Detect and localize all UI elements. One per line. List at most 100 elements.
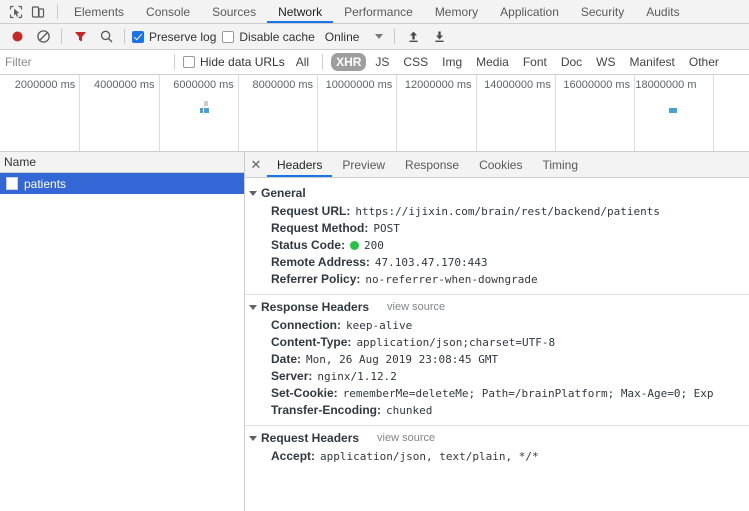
- filter-type-ws[interactable]: WS: [591, 53, 620, 71]
- view-source-link[interactable]: view source: [377, 432, 435, 444]
- section-response-headers-header[interactable]: Response Headers view source: [245, 297, 749, 317]
- filter-type-xhr[interactable]: XHR: [331, 53, 367, 71]
- timeline-gridline: [79, 75, 81, 151]
- filter-type-font[interactable]: Font: [518, 53, 552, 71]
- record-icon[interactable]: [4, 25, 30, 49]
- network-toolbar: Preserve log Disable cache Online: [0, 24, 749, 50]
- filterbar-divider-2: [322, 54, 324, 70]
- tab-network[interactable]: Network: [267, 0, 334, 23]
- network-split: Name patients ✕ Headers Preview Response…: [0, 152, 749, 511]
- tab-security[interactable]: Security: [570, 0, 635, 23]
- section-divider-1: [245, 294, 749, 295]
- header-key: Connection:: [271, 318, 341, 332]
- header-key: Server:: [271, 369, 313, 383]
- section-request-headers-header[interactable]: Request Headers view source: [245, 428, 749, 448]
- tab-performance[interactable]: Performance: [333, 0, 424, 23]
- tab-application-label: Application: [500, 4, 559, 19]
- tab-console[interactable]: Console: [135, 0, 201, 23]
- tab-headers[interactable]: Headers: [267, 152, 333, 177]
- table-row[interactable]: patients: [0, 173, 244, 194]
- tab-application[interactable]: Application: [489, 0, 570, 23]
- network-overview-timeline[interactable]: 2000000 ms 4000000 ms 6000000 ms 8000000 ms…: [0, 75, 749, 152]
- timeline-tick-label: 10000000 ms: [325, 79, 393, 91]
- filter-type-other[interactable]: Other: [684, 53, 724, 71]
- header-value: POST: [373, 222, 400, 235]
- timeline-tick-label: 2000000 ms: [14, 79, 76, 91]
- header-value: Mon, 26 Aug 2019 23:08:45 GMT: [306, 353, 499, 366]
- tab-sources[interactable]: Sources: [201, 0, 267, 23]
- status-badge: [350, 241, 360, 250]
- timeline-gridline: [317, 75, 319, 151]
- view-source-link[interactable]: view source: [387, 301, 445, 313]
- disable-cache-checkbox[interactable]: Disable cache: [222, 29, 315, 44]
- tab-audits[interactable]: Audits: [635, 0, 690, 23]
- search-icon[interactable]: [93, 25, 119, 49]
- preserve-log-checkbox[interactable]: Preserve log: [132, 30, 216, 44]
- header-value: https://ijixin.com/brain/rest/backend/pa…: [355, 205, 660, 218]
- request-list-body[interactable]: patients: [0, 173, 244, 511]
- throttling-select[interactable]: Online: [323, 30, 390, 44]
- network-filter-bar: Hide data URLs All XHR JS CSS Img Media …: [0, 49, 749, 75]
- tab-cookies[interactable]: Cookies: [469, 152, 532, 177]
- tab-timing[interactable]: Timing: [532, 152, 588, 177]
- export-har-icon[interactable]: [426, 25, 452, 49]
- devtools-left-icons: [0, 0, 53, 23]
- timeline-gridline: [396, 75, 398, 151]
- hide-data-urls-box[interactable]: [183, 56, 195, 68]
- toolbar-divider-3: [394, 29, 396, 44]
- header-row-set-cookie: Set-Cookie: rememberMe=deleteMe; Path=/b…: [245, 385, 749, 402]
- timeline-tick-label: 6000000 ms: [173, 79, 234, 91]
- filter-type-css[interactable]: CSS: [398, 53, 433, 71]
- preserve-log-label: Preserve log: [149, 29, 217, 44]
- section-divider-2: [245, 425, 749, 426]
- clear-icon[interactable]: [30, 25, 56, 49]
- timeline-tick-label: 14000000 ms: [484, 79, 551, 91]
- section-request-headers-title: Request Headers: [261, 431, 360, 445]
- throttling-value: Online: [324, 29, 360, 44]
- inspect-cursor-icon[interactable]: [5, 2, 27, 22]
- filter-type-doc[interactable]: Doc: [556, 53, 587, 71]
- tab-preview-label: Preview: [342, 157, 386, 172]
- preserve-log-box[interactable]: [132, 30, 144, 43]
- header-row-server: Server: nginx/1.12.2: [245, 368, 749, 385]
- timeline-tick-label: 8000000 ms: [252, 79, 314, 91]
- header-row-status-code: Status Code: 200: [245, 237, 749, 254]
- disable-cache-label: Disable cache: [239, 29, 315, 44]
- close-icon[interactable]: ✕: [245, 152, 267, 177]
- timeline-gridline: [554, 75, 556, 151]
- tab-memory[interactable]: Memory: [424, 0, 489, 23]
- filter-type-media[interactable]: Media: [471, 53, 514, 71]
- header-key: Accept:: [271, 449, 316, 463]
- triangle-down-icon[interactable]: [249, 304, 257, 310]
- filter-type-all[interactable]: All: [291, 53, 314, 71]
- toolbar-divider-2: [124, 29, 125, 44]
- tab-security-label: Security: [580, 4, 625, 19]
- tab-elements[interactable]: Elements: [63, 0, 135, 23]
- hide-data-urls-checkbox[interactable]: Hide data URLs: [183, 55, 285, 69]
- tab-preview[interactable]: Preview: [332, 152, 395, 177]
- filter-funnel-icon[interactable]: [67, 25, 93, 49]
- tab-elements-label: Elements: [74, 4, 125, 19]
- request-details-panel: ✕ Headers Preview Response Cookies Timin…: [245, 152, 749, 511]
- filterbar-divider-1: [174, 54, 175, 70]
- import-har-icon[interactable]: [400, 25, 426, 49]
- tab-console-label: Console: [146, 4, 191, 19]
- devtools-main-tabbar: Elements Console Sources Network Perform…: [0, 0, 749, 24]
- tab-response[interactable]: Response: [395, 152, 469, 177]
- section-general-header[interactable]: General: [245, 183, 749, 203]
- header-value: no-referrer-when-downgrade: [365, 273, 538, 286]
- details-tabbar: ✕ Headers Preview Response Cookies Timin…: [245, 152, 749, 178]
- filter-type-js[interactable]: JS: [370, 53, 394, 71]
- device-toolbar-icon[interactable]: [27, 2, 49, 22]
- triangle-down-icon[interactable]: [249, 190, 257, 196]
- header-key: Set-Cookie:: [271, 386, 338, 400]
- document-icon: [6, 177, 18, 190]
- chevron-down-icon[interactable]: [375, 34, 384, 39]
- triangle-down-icon[interactable]: [249, 435, 257, 441]
- disable-cache-box[interactable]: [222, 30, 235, 43]
- filter-type-manifest[interactable]: Manifest: [625, 53, 680, 71]
- filter-type-img[interactable]: Img: [437, 53, 467, 71]
- filter-input[interactable]: [0, 49, 168, 75]
- timeline-tick-label: 4000000 ms: [93, 79, 155, 91]
- tab-timing-label: Timing: [542, 157, 579, 172]
